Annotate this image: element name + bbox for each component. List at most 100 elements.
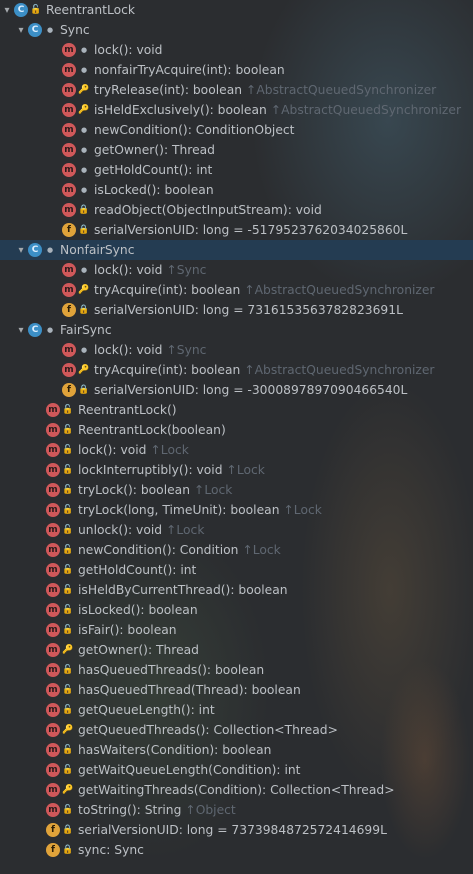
- member-signature: ReentrantLock(): [78, 403, 177, 417]
- method-item[interactable]: m 🔑 getQueuedThreads(): Collection<Thread>: [0, 720, 473, 740]
- field-item[interactable]: f 🔒 serialVersionUID: long = -300089789709…: [0, 380, 473, 400]
- method-item[interactable]: m 🔓 toString(): String ↑Object: [0, 800, 473, 820]
- member-signature: hasQueuedThread(Thread): boolean: [78, 683, 301, 697]
- override-hint: ↑Object: [185, 803, 236, 817]
- method-item[interactable]: m 🔑 getOwner(): Thread: [0, 640, 473, 660]
- override-hint: ↑Sync: [166, 263, 207, 277]
- member-signature: tryLock(): boolean: [78, 483, 191, 497]
- package-private-icon: ●: [80, 46, 88, 54]
- member-signature: isHeldExclusively(): boolean: [94, 103, 267, 117]
- method-item[interactable]: m 🔓 newCondition(): Condition ↑Lock: [0, 540, 473, 560]
- public-icon: 🔓: [30, 5, 42, 15]
- public-icon: 🔓: [62, 685, 74, 695]
- member-signature: tryLock(long, TimeUnit): boolean: [78, 503, 280, 517]
- method-item[interactable]: m 🔑 isHeldExclusively(): boolean ↑AbstractQ…: [0, 100, 473, 120]
- method-item[interactable]: m 🔓 lock(): void ↑Lock: [0, 440, 473, 460]
- override-hint: ↑Lock: [242, 543, 281, 557]
- member-signature: getHoldCount(): int: [78, 563, 197, 577]
- method-icon: m: [62, 163, 76, 177]
- method-icon: m: [62, 103, 76, 117]
- package-private-icon: ●: [46, 246, 54, 254]
- method-item[interactable]: m 🔓 lockInterruptibly(): void ↑Lock: [0, 460, 473, 480]
- chevron-down-icon[interactable]: ▾: [14, 245, 28, 256]
- method-item[interactable]: m 🔑 getWaitingThreads(Condition): Collecti…: [0, 780, 473, 800]
- method-icon: m: [62, 283, 76, 297]
- public-icon: 🔓: [62, 425, 74, 435]
- method-item[interactable]: m ● lock(): void ↑Sync: [0, 260, 473, 280]
- public-icon: 🔓: [62, 765, 74, 775]
- method-item[interactable]: m 🔓 ReentrantLock(boolean): [0, 420, 473, 440]
- tree-root-class[interactable]: ▾ C 🔓 ReentrantLock: [0, 0, 473, 20]
- method-icon: m: [46, 403, 60, 417]
- method-item[interactable]: m ● nonfairTryAcquire(int): boolean: [0, 60, 473, 80]
- method-item[interactable]: m 🔓 getQueueLength(): int: [0, 700, 473, 720]
- member-signature: newCondition(): Condition: [78, 543, 239, 557]
- method-icon: m: [46, 503, 60, 517]
- tree-node-fairsync[interactable]: ▾ C ● FairSync: [0, 320, 473, 340]
- override-hint: ↑AbstractQueuedSynchronizer: [270, 103, 461, 117]
- method-item[interactable]: m 🔓 ReentrantLock(): [0, 400, 473, 420]
- public-icon: 🔓: [62, 525, 74, 535]
- method-item[interactable]: m 🔓 unlock(): void ↑Lock: [0, 520, 473, 540]
- chevron-down-icon[interactable]: ▾: [14, 25, 28, 36]
- chevron-down-icon[interactable]: ▾: [0, 5, 14, 16]
- protected-icon: 🔑: [62, 645, 74, 655]
- member-signature: newCondition(): ConditionObject: [94, 123, 295, 137]
- method-item[interactable]: m 🔓 isLocked(): boolean: [0, 600, 473, 620]
- method-item[interactable]: m ● newCondition(): ConditionObject: [0, 120, 473, 140]
- public-icon: 🔓: [62, 505, 74, 515]
- private-icon: 🔒: [78, 385, 90, 395]
- member-signature: lock(): void: [94, 263, 163, 277]
- tree-node-sync[interactable]: ▾ C ● Sync: [0, 20, 473, 40]
- member-signature: getHoldCount(): int: [94, 163, 213, 177]
- field-item[interactable]: f 🔒 serialVersionUID: long = -517952376203…: [0, 220, 473, 240]
- protected-icon: 🔑: [62, 785, 74, 795]
- method-item[interactable]: m 🔓 hasWaiters(Condition): boolean: [0, 740, 473, 760]
- package-private-icon: ●: [80, 166, 88, 174]
- method-item[interactable]: m 🔒 readObject(ObjectInputStream): void: [0, 200, 473, 220]
- public-icon: 🔓: [62, 565, 74, 575]
- field-icon: f: [62, 223, 76, 237]
- field-item[interactable]: f 🔒 serialVersionUID: long = 7373984872572…: [0, 820, 473, 840]
- method-icon: m: [46, 443, 60, 457]
- method-icon: m: [46, 743, 60, 757]
- method-item[interactable]: m 🔓 getHoldCount(): int: [0, 560, 473, 580]
- method-icon: m: [62, 343, 76, 357]
- method-item[interactable]: m ● getOwner(): Thread: [0, 140, 473, 160]
- package-private-icon: ●: [80, 346, 88, 354]
- chevron-down-icon[interactable]: ▾: [14, 325, 28, 336]
- package-private-icon: ●: [80, 266, 88, 274]
- tree-node-nonfairsync[interactable]: ▾ C ● NonfairSync: [0, 240, 473, 260]
- method-icon: m: [46, 543, 60, 557]
- member-signature: tryAcquire(int): boolean: [94, 363, 241, 377]
- member-signature: lockInterruptibly(): void: [78, 463, 223, 477]
- method-item[interactable]: m ● isLocked(): boolean: [0, 180, 473, 200]
- method-icon: m: [46, 763, 60, 777]
- member-signature: nonfairTryAcquire(int): boolean: [94, 63, 285, 77]
- method-item[interactable]: m ● lock(): void: [0, 40, 473, 60]
- member-signature: serialVersionUID: long = -30008978970904…: [94, 383, 408, 397]
- override-hint: ↑AbstractQueuedSynchronizer: [246, 83, 437, 97]
- method-icon: m: [46, 803, 60, 817]
- method-item[interactable]: m 🔓 hasQueuedThread(Thread): boolean: [0, 680, 473, 700]
- method-item[interactable]: m 🔓 tryLock(): boolean ↑Lock: [0, 480, 473, 500]
- method-item[interactable]: m ● getHoldCount(): int: [0, 160, 473, 180]
- field-item[interactable]: f 🔒 sync: Sync: [0, 840, 473, 860]
- method-icon: m: [62, 183, 76, 197]
- package-private-icon: ●: [46, 326, 54, 334]
- method-item[interactable]: m 🔓 tryLock(long, TimeUnit): boolean ↑Lock: [0, 500, 473, 520]
- method-item[interactable]: m 🔓 getWaitQueueLength(Condition): int: [0, 760, 473, 780]
- method-item[interactable]: m 🔑 tryRelease(int): boolean ↑AbstractQueue…: [0, 80, 473, 100]
- method-item[interactable]: m 🔑 tryAcquire(int): boolean ↑AbstractQueue…: [0, 280, 473, 300]
- structure-tree[interactable]: ▾ C 🔓 ReentrantLock ▾ C ● Sync m ● lock():…: [0, 0, 473, 860]
- field-item[interactable]: f 🔒 serialVersionUID: long = 7316153563782…: [0, 300, 473, 320]
- method-icon: m: [46, 463, 60, 477]
- method-item[interactable]: m 🔓 isHeldByCurrentThread(): boolean: [0, 580, 473, 600]
- protected-icon: 🔑: [78, 105, 90, 115]
- member-signature: isFair(): boolean: [78, 623, 177, 637]
- method-item[interactable]: m 🔓 hasQueuedThreads(): boolean: [0, 660, 473, 680]
- method-item[interactable]: m 🔓 isFair(): boolean: [0, 620, 473, 640]
- method-item[interactable]: m 🔑 tryAcquire(int): boolean ↑AbstractQueue…: [0, 360, 473, 380]
- method-icon: m: [46, 783, 60, 797]
- method-item[interactable]: m ● lock(): void ↑Sync: [0, 340, 473, 360]
